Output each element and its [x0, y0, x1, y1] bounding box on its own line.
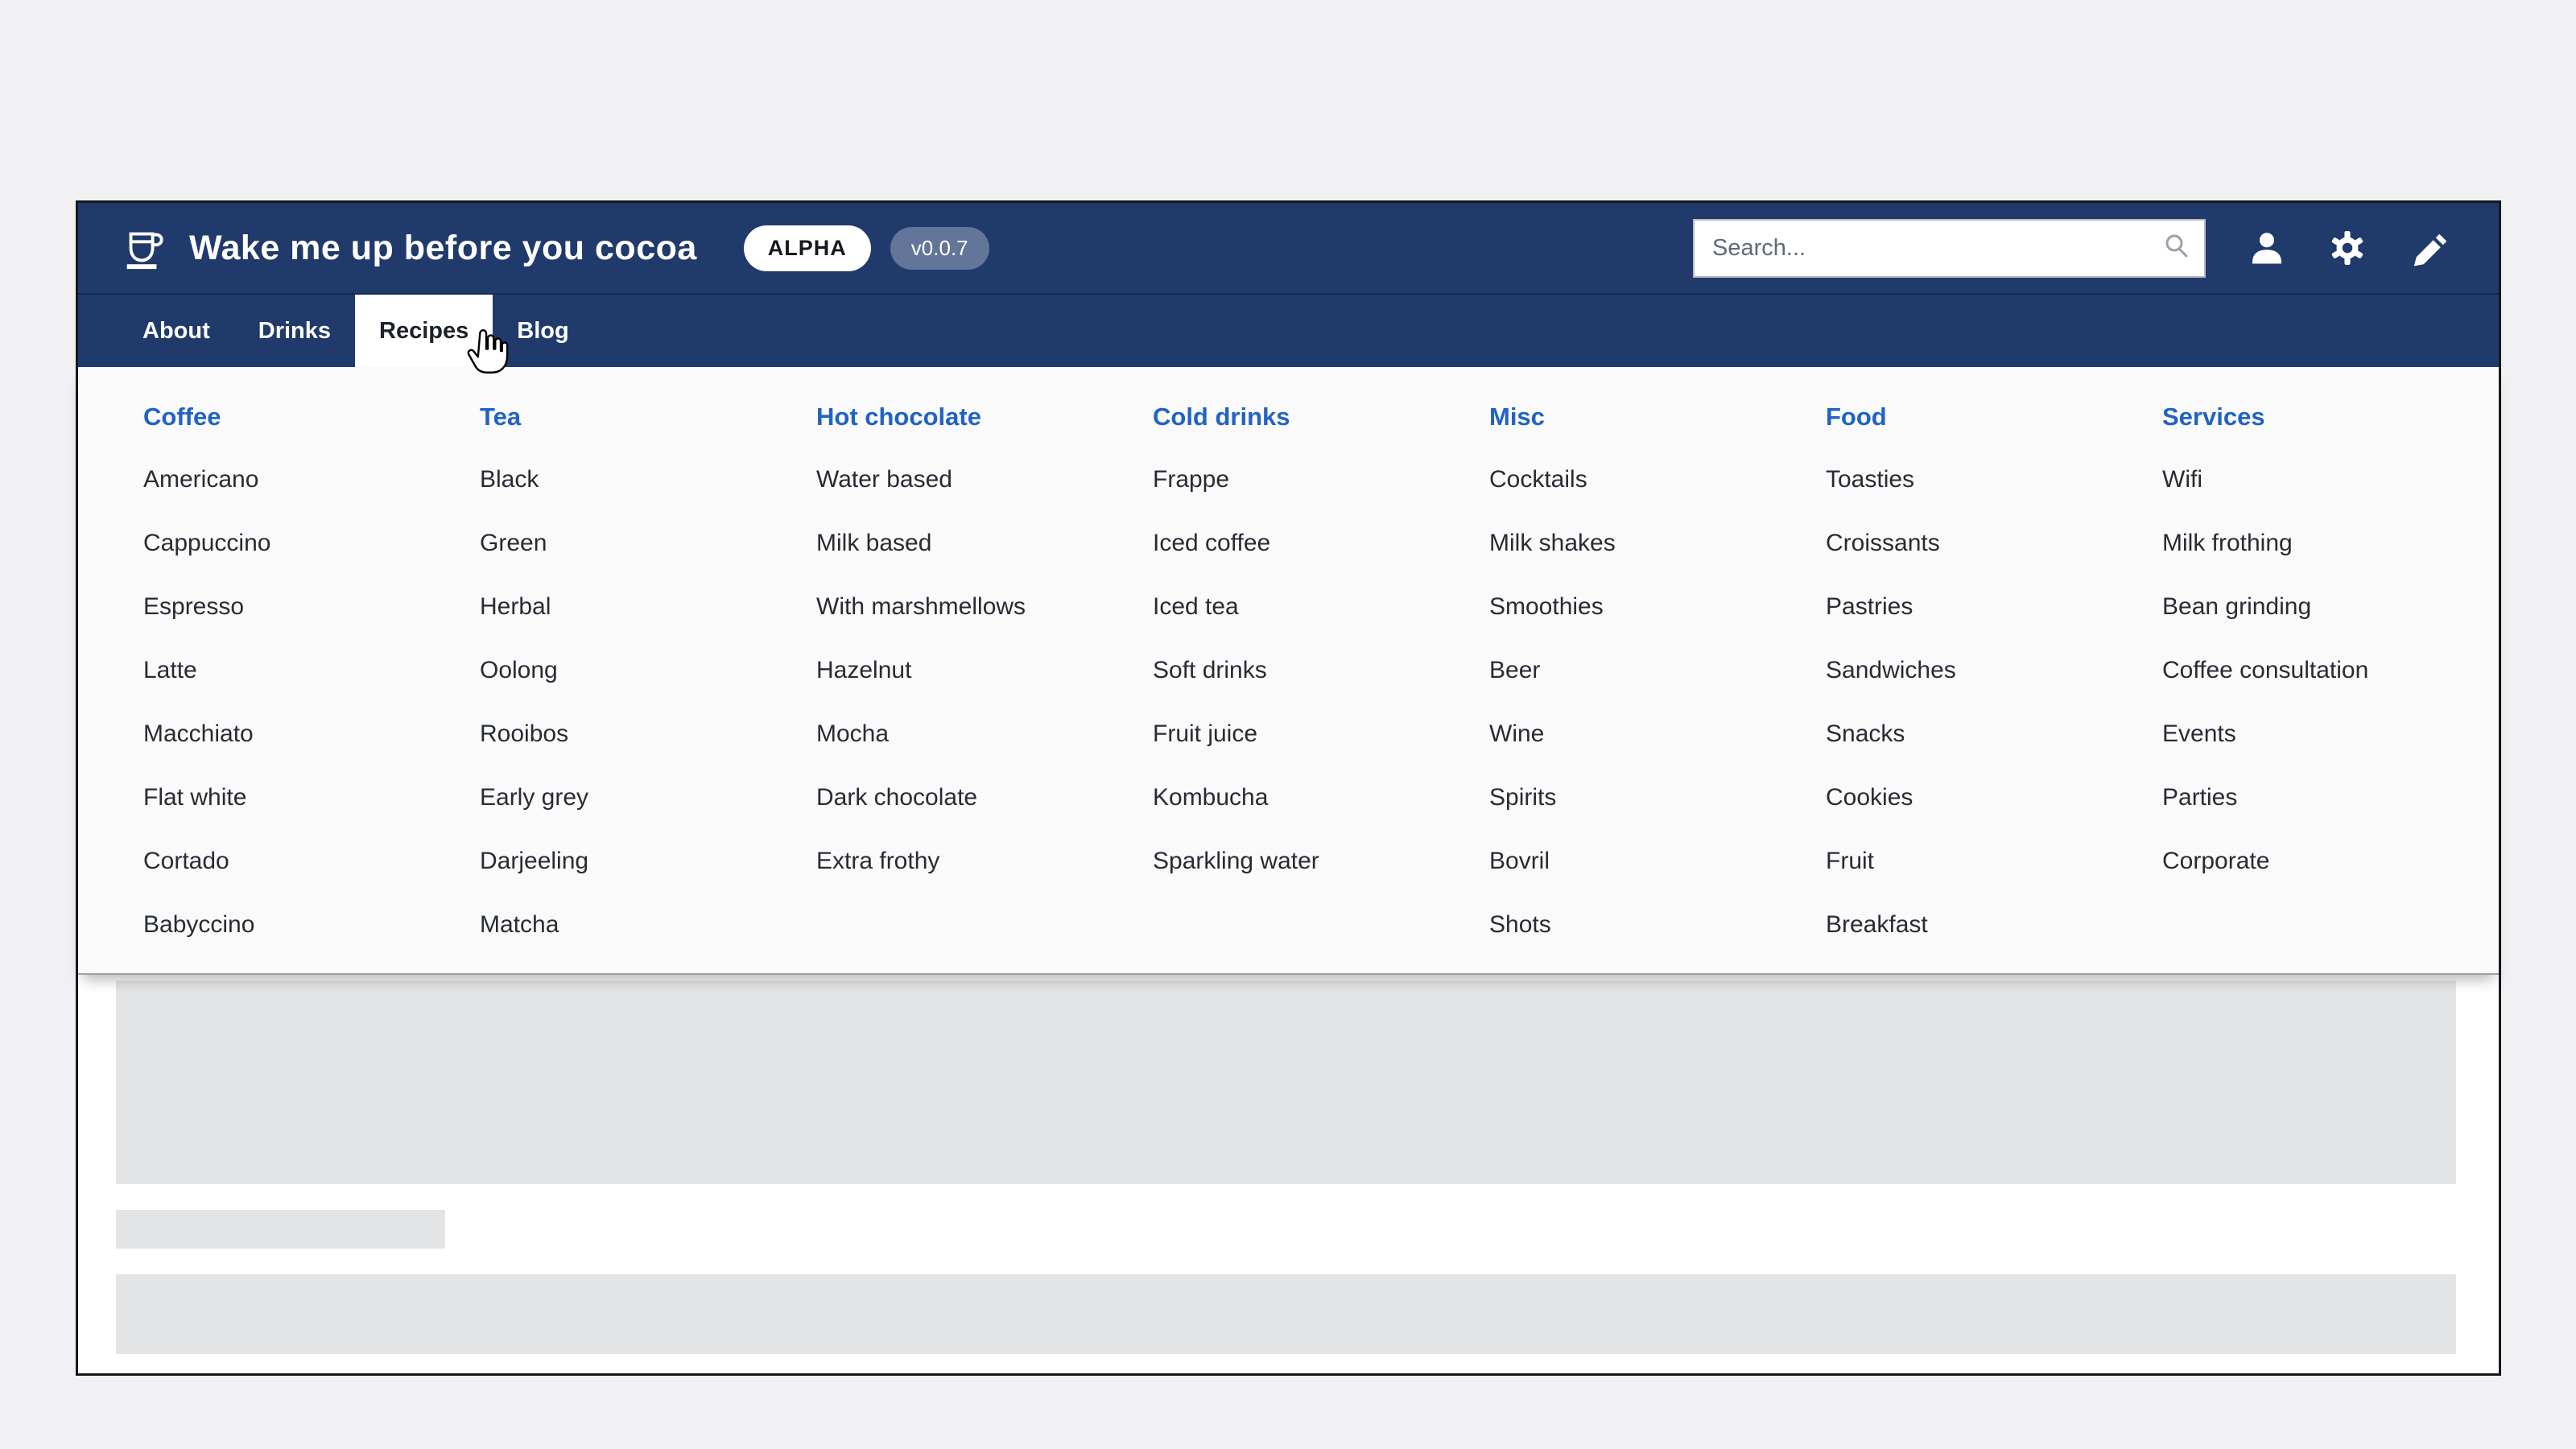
menu-item[interactable]: Shots	[1489, 911, 1826, 975]
menu-item[interactable]: Snacks	[1826, 720, 2162, 784]
menu-item[interactable]: Espresso	[143, 593, 480, 657]
menu-column-misc: Misc Cocktails Milk shakes Smoothies Bee…	[1489, 402, 1826, 973]
menu-item[interactable]: Milk frothing	[2162, 530, 2499, 593]
menu-item[interactable]: Fruit	[1826, 848, 2162, 911]
menu-item[interactable]: Wifi	[2162, 466, 2499, 530]
version-badge: v0.0.7	[890, 226, 989, 270]
menu-column-title: Services	[2162, 402, 2265, 431]
menu-item[interactable]: Darjeeling	[480, 848, 816, 911]
menu-item[interactable]: Breakfast	[1826, 911, 2162, 975]
menu-item[interactable]: Mocha	[816, 720, 1153, 784]
menu-column-coffee: Coffee Americano Cappuccino Espresso Lat…	[143, 402, 480, 973]
menu-item[interactable]: Water based	[816, 466, 1153, 530]
menu-item[interactable]: Cocktails	[1489, 466, 1826, 530]
menu-item[interactable]: Pastries	[1826, 593, 2162, 657]
menu-item[interactable]: Cookies	[1826, 784, 2162, 848]
page-title: Wake me up before you cocoa	[189, 228, 697, 267]
menu-column-title: Misc	[1489, 402, 1545, 431]
menu-item[interactable]: Toasties	[1826, 466, 2162, 530]
menu-column-title: Cold drinks	[1153, 402, 1290, 431]
header-actions	[2248, 229, 2447, 267]
menu-column-cold-drinks: Cold drinks Frappe Iced coffee Iced tea …	[1153, 402, 1489, 973]
tab-about[interactable]: About	[118, 295, 234, 367]
menu-item[interactable]: Black	[480, 466, 816, 530]
search-box[interactable]	[1693, 218, 2206, 278]
tab-blog[interactable]: Blog	[493, 295, 592, 367]
menu-column-hot-chocolate: Hot chocolate Water based Milk based Wit…	[816, 402, 1153, 973]
menu-item[interactable]: Macchiato	[143, 720, 480, 784]
menu-item[interactable]: Frappe	[1153, 466, 1489, 530]
menu-item[interactable]: Oolong	[480, 657, 816, 720]
menu-column-tea: Tea Black Green Herbal Oolong Rooibos Ea…	[480, 402, 816, 973]
menu-item[interactable]: Soft drinks	[1153, 657, 1489, 720]
menu-item[interactable]: Croissants	[1826, 530, 2162, 593]
tab-recipes[interactable]: Recipes	[355, 295, 493, 367]
search-icon	[2162, 232, 2191, 265]
menu-item[interactable]: Early grey	[480, 784, 816, 848]
menu-item[interactable]: Events	[2162, 720, 2499, 784]
menu-item[interactable]: Fruit juice	[1153, 720, 1489, 784]
menu-item[interactable]: Wine	[1489, 720, 1826, 784]
content-placeholder-bar	[116, 1210, 445, 1249]
menu-item[interactable]: Sparkling water	[1153, 848, 1489, 911]
menu-column-title: Tea	[480, 402, 522, 431]
pencil-icon[interactable]	[2409, 229, 2447, 267]
menu-item[interactable]: Bean grinding	[2162, 593, 2499, 657]
menu-item[interactable]: Babyccino	[143, 911, 480, 975]
menu-item[interactable]: Iced coffee	[1153, 530, 1489, 593]
content-placeholder-block	[116, 1274, 2456, 1354]
user-icon[interactable]	[2248, 229, 2286, 267]
menu-item[interactable]: Sandwiches	[1826, 657, 2162, 720]
menu-item[interactable]: Bovril	[1489, 848, 1826, 911]
header-bar: Wake me up before you cocoa ALPHA v0.0.7	[78, 203, 2499, 295]
menu-column-services: Services Wifi Milk frothing Bean grindin…	[2162, 402, 2499, 973]
menu-item[interactable]: Cappuccino	[143, 530, 480, 593]
gear-icon[interactable]	[2328, 229, 2367, 267]
menu-column-food: Food Toasties Croissants Pastries Sandwi…	[1826, 402, 2162, 973]
content-placeholder-block	[116, 980, 2456, 1184]
coffee-cup-icon	[120, 225, 167, 271]
app-window: Wake me up before you cocoa ALPHA v0.0.7	[76, 200, 2501, 1376]
menu-item[interactable]: Hazelnut	[816, 657, 1153, 720]
recipes-mega-menu: Coffee Americano Cappuccino Espresso Lat…	[78, 367, 2499, 975]
menu-item[interactable]: Dark chocolate	[816, 784, 1153, 848]
menu-item[interactable]: Milk shakes	[1489, 530, 1826, 593]
menu-item[interactable]: Green	[480, 530, 816, 593]
menu-item[interactable]: Spirits	[1489, 784, 1826, 848]
menu-item[interactable]: Smoothies	[1489, 593, 1826, 657]
alpha-badge: ALPHA	[743, 225, 871, 271]
menu-item[interactable]: Rooibos	[480, 720, 816, 784]
tab-drinks[interactable]: Drinks	[234, 295, 355, 367]
menu-item[interactable]: Coffee consultation	[2162, 657, 2499, 720]
menu-item[interactable]: With marshmellows	[816, 593, 1153, 657]
search-input[interactable]	[1712, 234, 2162, 262]
menu-item[interactable]: Herbal	[480, 593, 816, 657]
menu-item[interactable]: Cortado	[143, 848, 480, 911]
menu-item[interactable]: Extra frothy	[816, 848, 1153, 911]
menu-item[interactable]: Milk based	[816, 530, 1153, 593]
menu-item[interactable]: Iced tea	[1153, 593, 1489, 657]
menu-item[interactable]: Beer	[1489, 657, 1826, 720]
menu-item[interactable]: Kombucha	[1153, 784, 1489, 848]
menu-item[interactable]: Matcha	[480, 911, 816, 975]
menu-item[interactable]: Parties	[2162, 784, 2499, 848]
menu-item[interactable]: Latte	[143, 657, 480, 720]
menu-column-title: Food	[1826, 402, 1887, 431]
menu-column-title: Coffee	[143, 402, 221, 431]
menu-column-title: Hot chocolate	[816, 402, 981, 431]
nav-tabs: About Drinks Recipes Blog	[78, 295, 2499, 367]
menu-item[interactable]: Americano	[143, 466, 480, 530]
menu-item[interactable]: Flat white	[143, 784, 480, 848]
menu-item[interactable]: Corporate	[2162, 848, 2499, 911]
